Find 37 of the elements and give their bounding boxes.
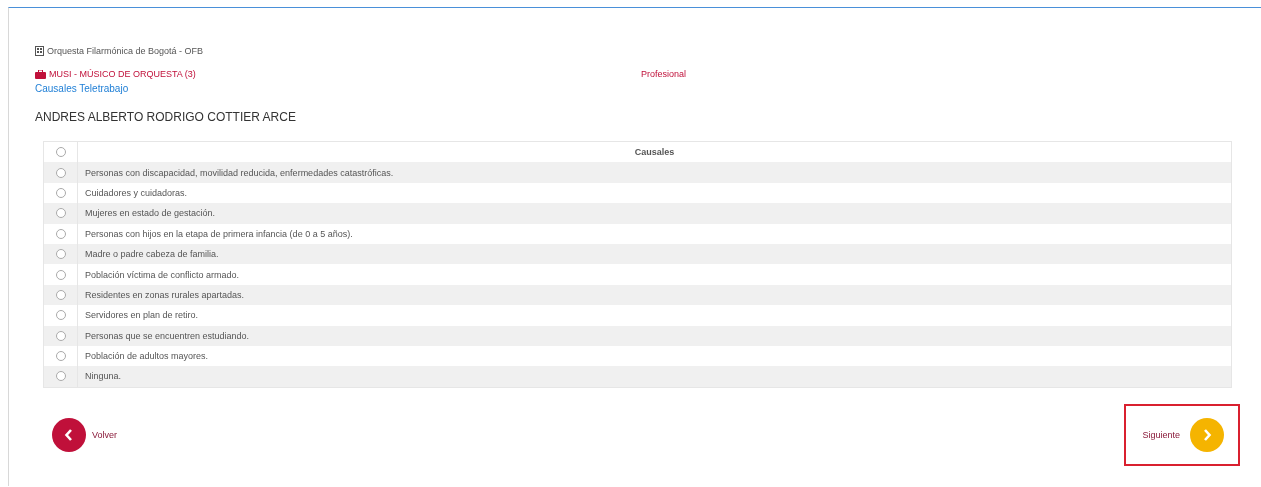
row-checkbox[interactable] <box>55 310 66 321</box>
table-cell: Población de adultos mayores. <box>85 351 209 362</box>
row-checkbox[interactable] <box>55 289 66 300</box>
table-cell: Residentes en zonas rurales apartadas. <box>85 289 245 300</box>
table-cell: Personas con discapacidad, movilidad reducida, enfermedades catastróficas. <box>85 167 394 178</box>
column-header: Causales <box>633 147 676 158</box>
table-cell: Servidores en plan de retiro. <box>85 310 199 321</box>
table-cell: Madre o padre cabeza de familia. <box>85 249 219 260</box>
next-button[interactable] <box>1190 417 1224 452</box>
row-checkbox[interactable] <box>55 269 66 280</box>
table-cell: Cuidadores y cuidadoras. <box>85 187 188 198</box>
table-cell: Ninguna. <box>85 371 122 382</box>
back-label[interactable]: Volver <box>92 429 117 440</box>
table-cell: Población víctima de conflicto armado. <box>85 269 240 280</box>
table-cell: Personas que se encuentren estudiando. <box>85 330 250 341</box>
row-checkbox[interactable] <box>55 208 66 219</box>
position-title: MUSI - MÚSICO DE ORQUESTA (3) <box>49 69 196 79</box>
row-checkbox[interactable] <box>55 187 66 198</box>
next-label[interactable]: Siguiente <box>1142 429 1180 440</box>
row-checkbox[interactable] <box>55 371 66 382</box>
row-checkbox[interactable] <box>55 228 66 239</box>
back-button[interactable] <box>52 417 86 452</box>
table-cell: Personas con hijos en la etapa de primera infancia (de 0 a 5 años). <box>85 228 353 239</box>
select-all-checkbox[interactable] <box>55 147 66 158</box>
row-checkbox[interactable] <box>55 330 66 341</box>
entity-name: Orquesta Filarmónica de Bogotá - OFB <box>47 46 204 56</box>
briefcase-icon <box>35 69 46 79</box>
level-label: Profesional <box>641 69 687 79</box>
chevron-right-icon <box>1202 427 1212 442</box>
causales-link[interactable]: Causales Teletrabajo <box>35 83 129 94</box>
row-checkbox[interactable] <box>55 249 66 260</box>
row-checkbox[interactable] <box>55 351 66 362</box>
table-cell: Mujeres en estado de gestación. <box>85 208 216 219</box>
building-icon <box>35 46 44 56</box>
person-name: ANDRES ALBERTO RODRIGO COTTIER ARCE <box>35 110 297 124</box>
row-checkbox[interactable] <box>55 167 66 178</box>
chevron-left-icon <box>64 427 74 442</box>
